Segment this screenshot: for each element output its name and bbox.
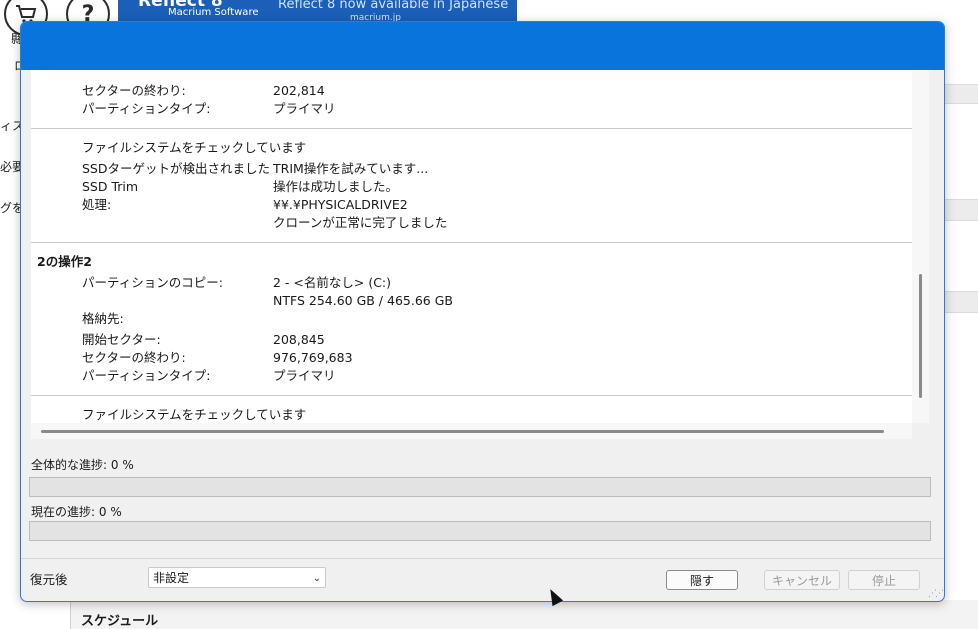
log-row: セクターの終わり: 976,769,683	[31, 349, 912, 367]
overall-progress-bar	[29, 477, 931, 497]
after-restore-selected: 非設定	[153, 571, 190, 585]
scrollbar-corner	[912, 423, 929, 439]
log-row: パーティションタイプ: プライマリ	[31, 100, 912, 118]
current-progress-label: 現在の進捗: 0 %	[31, 503, 122, 520]
stop-button[interactable]: 停止	[848, 570, 920, 590]
overall-progress-label: 全体的な進捗: 0 %	[31, 456, 134, 473]
promo-banner[interactable]: Reflect 8 Macrium Software Reflect 8 now…	[118, 0, 517, 22]
log-key: パーティションタイプ:	[82, 368, 211, 383]
clone-progress-dialog: セクターの終わり: 202,814 パーティションタイプ: プライマリ ファイル…	[20, 21, 945, 602]
log-value: プライマリ	[273, 101, 336, 116]
current-progress-caption: 現在の進捗:	[31, 505, 96, 519]
log-key: 開始セクター:	[82, 332, 161, 347]
log-row: SSDターゲットが検出されました TRIM操作を試みています...	[31, 160, 912, 178]
log-value: クローンが正常に完了しました	[273, 215, 448, 230]
hide-button[interactable]: 隠す	[666, 570, 738, 590]
log-row: NTFS 254.60 GB / 465.66 GB	[31, 292, 912, 310]
current-progress-value: 0 %	[98, 505, 122, 519]
overall-progress-value: 0 %	[110, 458, 134, 472]
log-key: セクターの終わり:	[82, 83, 186, 98]
log-value: NTFS 254.60 GB / 465.66 GB	[273, 293, 453, 308]
log-key: セクターの終わり:	[82, 350, 186, 365]
dialog-title-bar[interactable]	[21, 22, 944, 70]
chevron-down-icon: ⌄	[312, 573, 321, 584]
log-value: 976,769,683	[273, 350, 353, 365]
log-row: セクターの終わり: 202,814	[31, 82, 912, 100]
log-row: ファイルシステムをチェックしています	[31, 139, 912, 157]
log-key: SSD Trim	[82, 179, 139, 194]
bg-bottom-bar: スケジュール	[70, 600, 978, 629]
log-panel[interactable]: セクターの終わり: 202,814 パーティションタイプ: プライマリ ファイル…	[31, 70, 929, 439]
horizontal-scrollbar-thumb[interactable]	[41, 430, 884, 433]
log-value: 操作は成功しました。	[273, 179, 399, 194]
log-section-title: ファイルシステムをチェックしています	[82, 140, 307, 155]
log-row: 処理: ¥¥.¥PHYSICALDRIVE2	[31, 196, 912, 214]
after-restore-label: 復元後	[30, 572, 68, 587]
current-progress-bar	[29, 521, 931, 541]
log-key: パーティションタイプ:	[82, 101, 211, 116]
log-row: クローンが正常に完了しました	[31, 214, 912, 232]
log-row: パーティションのコピー: 2 - <名前なし> (C:)	[31, 274, 912, 292]
log-block: ファイルシステムをチェックしています	[31, 396, 912, 423]
log-value: TRIM操作を試みています...	[273, 161, 429, 176]
resize-grip-icon[interactable]: ⋰⋰	[928, 589, 944, 599]
log-row: SSD Trim 操作は成功しました。	[31, 178, 912, 196]
banner-text: Reflect 8 now available in Japanese	[278, 0, 509, 12]
log-row: パーティションタイプ: プライマリ	[31, 367, 912, 385]
log-key: 格納先:	[82, 311, 124, 326]
log-key: SSDターゲットが検出されました	[82, 161, 270, 176]
overall-progress-caption: 全体的な進捗:	[31, 458, 108, 472]
log-row: ファイルシステムをチェックしています	[31, 406, 912, 423]
log-value: ¥¥.¥PHYSICALDRIVE2	[273, 197, 408, 212]
log-value: プライマリ	[273, 368, 336, 383]
log-key: パーティションのコピー:	[82, 275, 223, 290]
vertical-scrollbar[interactable]	[912, 70, 929, 423]
operation-heading: 2の操作2	[37, 254, 92, 269]
log-block: 2の操作2 パーティションのコピー: 2 - <名前なし> (C:) NTFS …	[31, 243, 912, 396]
after-restore-dropdown[interactable]: 非設定 ⌄	[148, 567, 326, 588]
log-value: 2 - <名前なし> (C:)	[273, 275, 392, 290]
schedule-label: スケジュール	[81, 614, 159, 629]
log-row: 開始セクター: 208,845	[31, 331, 912, 349]
log-section-title: ファイルシステムをチェックしています	[82, 407, 307, 422]
log-content: セクターの終わり: 202,814 パーティションタイプ: プライマリ ファイル…	[31, 70, 912, 423]
vertical-scrollbar-thumb[interactable]	[919, 274, 922, 398]
log-row: 格納先:	[31, 310, 912, 328]
log-block: ファイルシステムをチェックしています SSDターゲットが検出されました TRIM…	[31, 129, 912, 243]
log-block: セクターの終わり: 202,814 パーティションタイプ: プライマリ	[31, 70, 912, 129]
cancel-button[interactable]: キャンセル	[764, 570, 840, 590]
log-value: 202,814	[273, 83, 325, 98]
horizontal-scrollbar[interactable]	[31, 423, 912, 439]
log-key: 処理:	[82, 197, 112, 212]
footer-divider	[21, 558, 944, 559]
banner-subtitle: Macrium Software	[168, 7, 259, 18]
log-value: 208,845	[273, 332, 325, 347]
